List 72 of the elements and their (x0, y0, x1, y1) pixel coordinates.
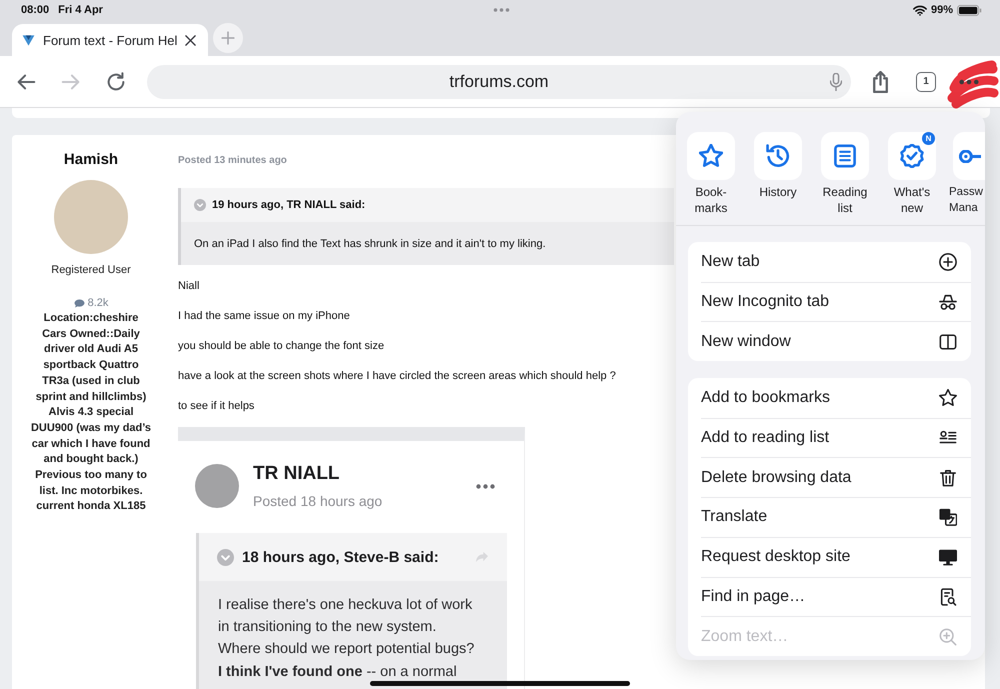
incognito-icon (939, 293, 957, 312)
close-icon[interactable] (185, 34, 196, 46)
translate-icon (939, 508, 957, 526)
multitasking-dots-icon[interactable] (493, 8, 510, 12)
tab-count-button[interactable]: 1 (916, 72, 936, 92)
menu-item[interactable]: Add to bookmarks (701, 378, 971, 418)
menu-item[interactable]: New window (701, 321, 971, 362)
star-icon (699, 144, 723, 168)
shortcut-label: History (759, 184, 797, 200)
post-paragraph: to see if it helps (178, 399, 254, 413)
browser-tab[interactable]: Forum text - Forum Hel (12, 24, 208, 56)
zoom-in-icon (939, 628, 957, 646)
post-paragraph: you should be able to change the font size (178, 339, 384, 353)
author-name[interactable]: Hamish (64, 151, 118, 169)
menu-item[interactable]: Delete browsing data (701, 457, 971, 498)
quote-text: I realise there's one heckuva lot of work in transitioning to the new system. Where should we report potential bugs? (218, 596, 476, 659)
plus-icon (221, 31, 235, 45)
key-icon (959, 150, 981, 162)
quote-text: I think I've found one -- on a normal (218, 664, 457, 680)
microphone-icon[interactable] (830, 72, 842, 90)
author-bio: Location:cheshire Cars Owned::Daily driver old Audi A5 sportback Quattro TR3a (used in club sprint and hillclimbs) Alvis 4.3 special DUU900 (was my dad’s car which I have found and bought back.) Previous too many to list. Inc motorbikes. current honda XL185 (30, 311, 152, 514)
shortcut-label: What's new (894, 184, 930, 216)
shortcut-label: Passw Mana (949, 185, 983, 216)
menu-item[interactable]: Find in page… (701, 576, 971, 616)
status-time: 08:00 (21, 4, 50, 16)
comment-icon (74, 298, 85, 308)
more-menu-icon[interactable] (959, 78, 979, 84)
reload-icon[interactable] (105, 70, 127, 92)
menu-item[interactable]: Request desktop site (701, 536, 971, 576)
star-icon (939, 388, 957, 407)
scribble-mark (946, 60, 1000, 110)
shortcut-label: Book- marks (694, 184, 728, 216)
wifi-icon (912, 4, 927, 16)
site-favicon-icon (22, 34, 35, 46)
trash-icon (939, 468, 957, 487)
post-paragraph: have a look at the screen shots where I have circled the screen areas which should help ? (178, 369, 616, 383)
reading-list-icon (833, 144, 857, 168)
menu-item[interactable]: Add to reading list (701, 418, 971, 458)
collapse-chevron-icon (217, 548, 234, 566)
verified-check-icon (900, 144, 924, 168)
quote-attribution: 18 hours ago, Steve-B said: (242, 548, 439, 566)
shortcut-tile[interactable] (953, 132, 985, 180)
monitor-icon (939, 548, 957, 566)
find-in-page-icon (939, 588, 957, 606)
more-options-icon (476, 484, 495, 488)
avatar-photo-placeholder (195, 464, 239, 508)
status-date: Fri 4 Apr (58, 4, 103, 16)
quote-text: On an iPad I also find the Text has shrunk in size and it ain't to my liking. (181, 222, 674, 265)
shortcut-tile[interactable] (821, 132, 869, 180)
shortcut-tile[interactable] (687, 132, 735, 180)
split-window-icon (939, 332, 957, 351)
post-paragraph: Niall (178, 279, 200, 293)
menu-item[interactable]: New tab (701, 242, 971, 282)
post-paragraph: I had the same issue on my iPhone (178, 309, 350, 323)
share-icon[interactable] (873, 70, 888, 92)
share-arrow-icon (475, 551, 489, 563)
user-role: Registered User (51, 263, 131, 277)
author-name: TR NIALL (253, 462, 341, 484)
quote-attribution: 19 hours ago, TR NIALL said: (212, 199, 366, 211)
battery-percent: 99% (930, 4, 953, 16)
new-badge: N (922, 132, 935, 145)
history-clock-icon (766, 144, 790, 168)
menu-item[interactable]: New Incognito tab (701, 282, 971, 322)
shortcut-tile[interactable]: N (888, 132, 936, 180)
post-count: 8.2k (88, 296, 108, 310)
address-field[interactable]: trforums.com (147, 64, 851, 98)
battery-icon (957, 4, 982, 16)
shortcut-label: Reading list (822, 184, 868, 216)
post-timestamp: Posted 18 hours ago (253, 492, 384, 510)
shortcut-tile[interactable] (754, 132, 802, 180)
add-circle-icon (939, 252, 957, 271)
menu-item[interactable]: Translate (701, 497, 971, 537)
